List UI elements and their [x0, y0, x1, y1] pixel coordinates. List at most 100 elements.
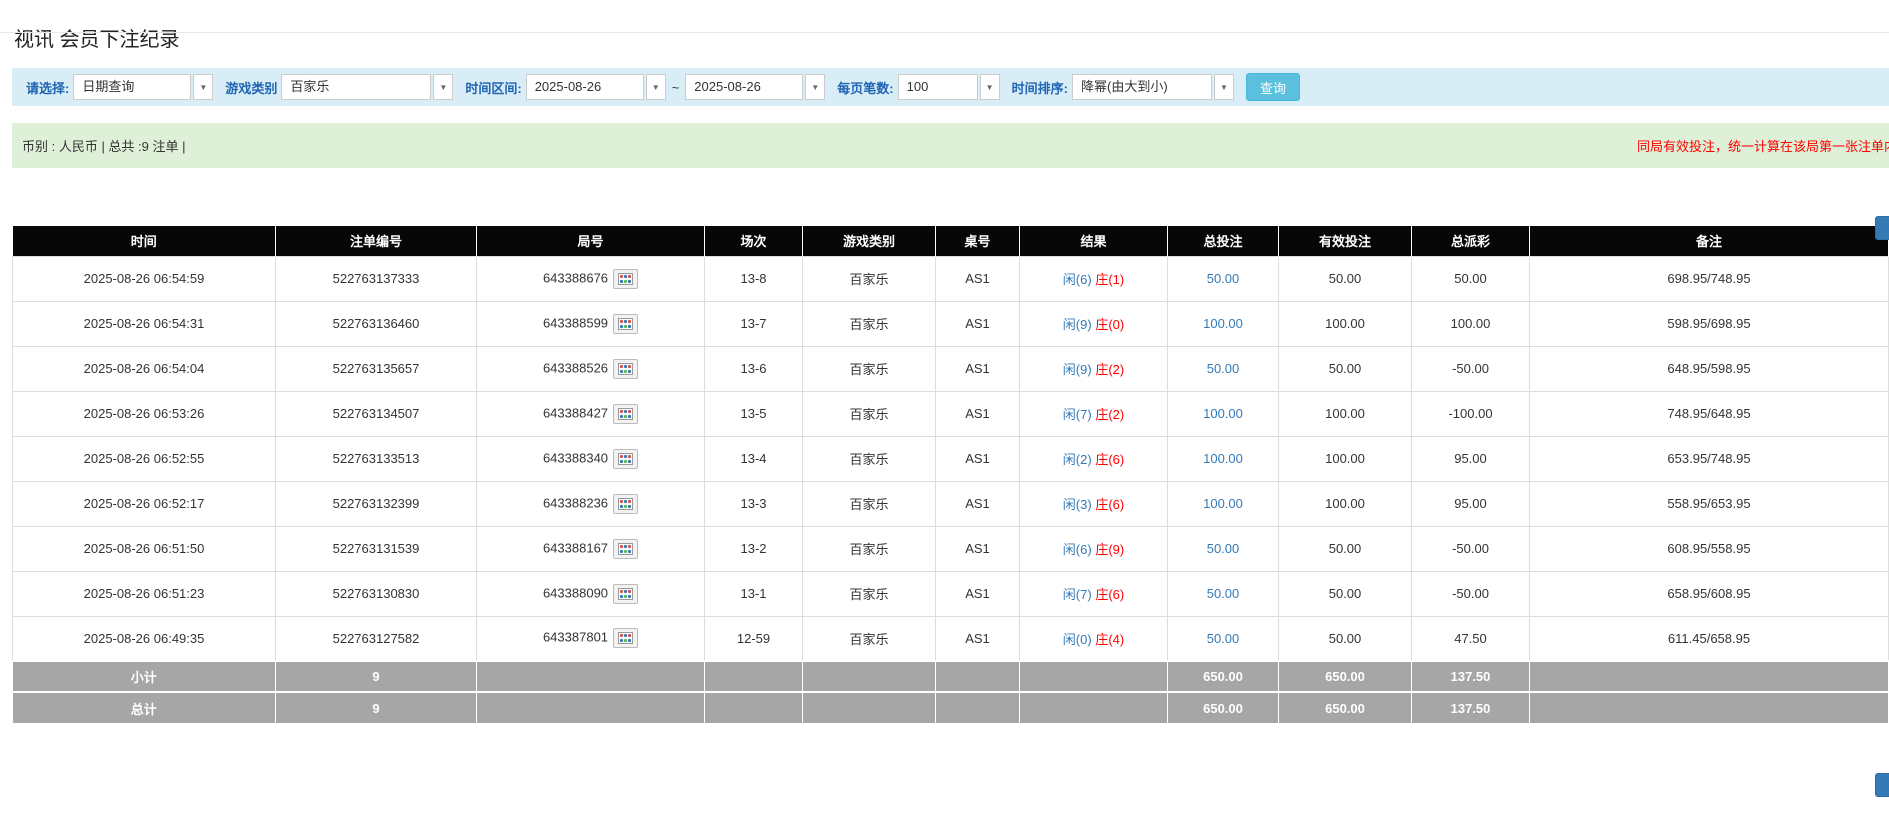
- table-no-cell: AS1: [936, 256, 1020, 301]
- session-cell: 13-2: [705, 526, 803, 571]
- valid-bet-notice: 同局有效投注，统一计算在该局第一张注单内: [1637, 136, 1889, 155]
- chevron-down-icon[interactable]: ▼: [646, 74, 666, 100]
- chevron-down-icon[interactable]: ▼: [433, 74, 453, 100]
- chevron-down-icon[interactable]: ▼: [1214, 74, 1234, 100]
- total-bet-cell: 50.00: [1168, 616, 1279, 661]
- player-result: 闲(0): [1063, 632, 1092, 647]
- time-cell: 2025-08-26 06:54:59: [13, 256, 276, 301]
- round-id: 643388676: [543, 270, 608, 285]
- date-to-picker[interactable]: 2025-08-26 ▼: [685, 74, 825, 100]
- total-bet-link[interactable]: 100.00: [1203, 451, 1243, 466]
- table-no-cell: AS1: [936, 301, 1020, 346]
- round-id: 643388167: [543, 540, 608, 555]
- date-query-select[interactable]: 日期查询 ▼: [73, 74, 213, 100]
- chevron-down-icon[interactable]: ▼: [805, 74, 825, 100]
- sum-count: 9: [276, 692, 477, 723]
- total-bet-link[interactable]: 50.00: [1207, 271, 1240, 286]
- sort-value[interactable]: 降幂(由大到小): [1072, 74, 1212, 100]
- sum-empty: [936, 692, 1020, 723]
- bet-id-cell: 522763131539: [276, 526, 477, 571]
- table-no-cell: AS1: [936, 391, 1020, 436]
- round-cell: 643388167: [477, 526, 705, 571]
- chevron-down-icon[interactable]: ▼: [193, 74, 213, 100]
- payout-cell: -50.00: [1412, 526, 1530, 571]
- total-bet-link[interactable]: 100.00: [1203, 496, 1243, 511]
- page-size-value[interactable]: 100: [898, 74, 978, 100]
- roadmap-icon-button[interactable]: [613, 359, 638, 379]
- game-type-select[interactable]: 百家乐 ▼: [281, 74, 453, 100]
- date-from-value[interactable]: 2025-08-26: [526, 74, 644, 100]
- search-button[interactable]: 查询: [1246, 73, 1300, 101]
- banker-result: 庄(6): [1095, 497, 1124, 512]
- table-no-cell: AS1: [936, 346, 1020, 391]
- sum-empty: [1530, 661, 1889, 692]
- sum-empty: [477, 692, 705, 723]
- pagination-button[interactable]: [1875, 216, 1889, 240]
- sum-label: 总计: [13, 692, 276, 723]
- result-cell: 闲(9) 庄(0): [1020, 301, 1168, 346]
- total-bet-link[interactable]: 50.00: [1207, 541, 1240, 556]
- valid-bet-cell: 50.00: [1279, 616, 1412, 661]
- note-cell: 748.95/648.95: [1530, 391, 1889, 436]
- game-type-label: 游戏类别: [225, 78, 277, 97]
- banker-result: 庄(1): [1095, 272, 1124, 287]
- player-result: 闲(7): [1063, 407, 1092, 422]
- sort-label: 时间排序:: [1012, 78, 1068, 97]
- sum-empty: [705, 692, 803, 723]
- sum-count: 9: [276, 661, 477, 692]
- banker-result: 庄(0): [1095, 317, 1124, 332]
- currency-summary-text: 币别 : 人民币 | 总共 :9 注单 |: [22, 136, 186, 155]
- total-bet-link[interactable]: 50.00: [1207, 586, 1240, 601]
- roadmap-icon-button[interactable]: [613, 404, 638, 424]
- player-result: 闲(9): [1063, 317, 1092, 332]
- round-id: 643388599: [543, 315, 608, 330]
- table-no-cell: AS1: [936, 436, 1020, 481]
- date-query-value[interactable]: 日期查询: [73, 74, 191, 100]
- top-divider: [0, 32, 1889, 33]
- total-bet-link[interactable]: 100.00: [1203, 406, 1243, 421]
- game-type-cell: 百家乐: [803, 436, 936, 481]
- table-row: 2025-08-26 06:53:26522763134507643388427…: [13, 391, 1889, 436]
- game-type-cell: 百家乐: [803, 256, 936, 301]
- total-bet-link[interactable]: 50.00: [1207, 631, 1240, 646]
- table-row: 2025-08-26 06:49:35522763127582643387801…: [13, 616, 1889, 661]
- roadmap-icon-button[interactable]: [613, 539, 638, 559]
- chevron-down-icon[interactable]: ▼: [980, 74, 1000, 100]
- column-header: 总投注: [1168, 226, 1279, 256]
- banker-result: 庄(9): [1095, 542, 1124, 557]
- sort-select[interactable]: 降幂(由大到小) ▼: [1072, 74, 1234, 100]
- total-bet-cell: 100.00: [1168, 481, 1279, 526]
- sum-empty: [1020, 661, 1168, 692]
- banker-result: 庄(2): [1095, 362, 1124, 377]
- select-label: 请选择:: [26, 78, 69, 97]
- table-row: 2025-08-26 06:54:31522763136460643388599…: [13, 301, 1889, 346]
- player-result: 闲(9): [1063, 362, 1092, 377]
- game-type-cell: 百家乐: [803, 301, 936, 346]
- player-result: 闲(2): [1063, 452, 1092, 467]
- roadmap-icon-button[interactable]: [613, 628, 638, 648]
- roadmap-icon-button[interactable]: [613, 449, 638, 469]
- total-bet-cell: 50.00: [1168, 346, 1279, 391]
- main-content: 请选择: 日期查询 ▼ 游戏类别 百家乐 ▼ 时间区间: 2025-08-26 …: [12, 68, 1889, 723]
- date-to-value[interactable]: 2025-08-26: [685, 74, 803, 100]
- pagination-button[interactable]: [1875, 773, 1889, 797]
- roadmap-icon-button[interactable]: [613, 584, 638, 604]
- roadmap-icon-button[interactable]: [613, 314, 638, 334]
- game-type-value[interactable]: 百家乐: [281, 74, 431, 100]
- round-cell: 643388236: [477, 481, 705, 526]
- roadmap-icon-button[interactable]: [613, 269, 638, 289]
- result-cell: 闲(6) 庄(9): [1020, 526, 1168, 571]
- column-header: 注单编号: [276, 226, 477, 256]
- valid-bet-cell: 100.00: [1279, 481, 1412, 526]
- total-bet-link[interactable]: 100.00: [1203, 316, 1243, 331]
- column-header: 总派彩: [1412, 226, 1530, 256]
- page-size-select[interactable]: 100 ▼: [898, 74, 1000, 100]
- table-no-cell: AS1: [936, 571, 1020, 616]
- date-from-picker[interactable]: 2025-08-26 ▼: [526, 74, 666, 100]
- subtotal-row: 小计9650.00650.00137.50: [13, 661, 1889, 692]
- roadmap-icon-button[interactable]: [613, 494, 638, 514]
- sum-empty: [705, 661, 803, 692]
- column-header: 时间: [13, 226, 276, 256]
- total-bet-link[interactable]: 50.00: [1207, 361, 1240, 376]
- total-bet-cell: 100.00: [1168, 436, 1279, 481]
